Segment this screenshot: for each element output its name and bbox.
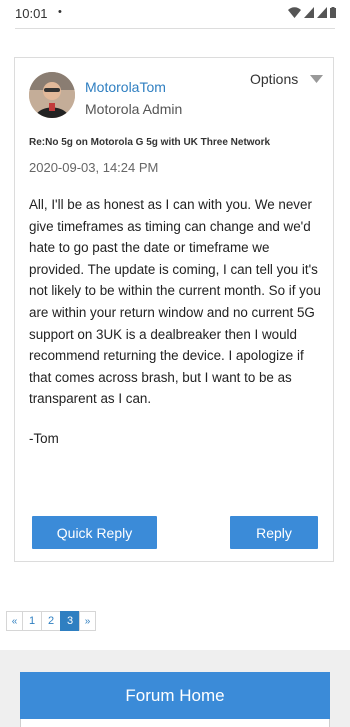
- avatar[interactable]: [29, 72, 75, 118]
- pagination-next-button[interactable]: »: [79, 611, 96, 631]
- pagination-page-3[interactable]: 3: [60, 611, 80, 631]
- signal-icon: [317, 7, 327, 18]
- forum-home-button[interactable]: Forum Home: [20, 672, 330, 719]
- reply-button[interactable]: Reply: [230, 516, 318, 549]
- options-label: Options: [250, 71, 299, 87]
- wifi-icon: [288, 7, 301, 18]
- battery-icon: [330, 7, 336, 18]
- post-body-text: All, I'll be as honest as I can with you…: [29, 197, 321, 407]
- options-menu[interactable]: Options: [250, 71, 324, 87]
- status-icons: [288, 7, 336, 18]
- status-bar: 10:01 •: [0, 0, 350, 28]
- pagination-page-1[interactable]: 1: [22, 611, 42, 631]
- chevron-down-icon: [310, 75, 324, 83]
- author-role: Motorola Admin: [85, 101, 183, 117]
- post-card: MotorolaTom Motorola Admin Options Re:No…: [14, 57, 334, 562]
- pagination: « 1 2 3 »: [6, 611, 96, 631]
- author-name-link[interactable]: MotorolaTom: [85, 79, 166, 95]
- signal-icon: [304, 7, 314, 18]
- post-signature: -Tom: [29, 431, 59, 446]
- pagination-prev-button[interactable]: «: [6, 611, 23, 631]
- notification-dot: •: [58, 6, 62, 18]
- user-avatar-icon: [29, 72, 75, 118]
- status-time: 10:01: [15, 6, 48, 21]
- divider: [15, 28, 335, 29]
- forum-home-panel: [20, 719, 330, 727]
- post-subject: Re:No 5g on Motorola G 5g with UK Three …: [29, 137, 271, 148]
- post-date: 2020-09-03, 14:24 PM: [29, 160, 159, 175]
- pagination-page-2[interactable]: 2: [41, 611, 61, 631]
- quick-reply-button[interactable]: Quick Reply: [32, 516, 157, 549]
- post-body: All, I'll be as honest as I can with you…: [29, 194, 324, 410]
